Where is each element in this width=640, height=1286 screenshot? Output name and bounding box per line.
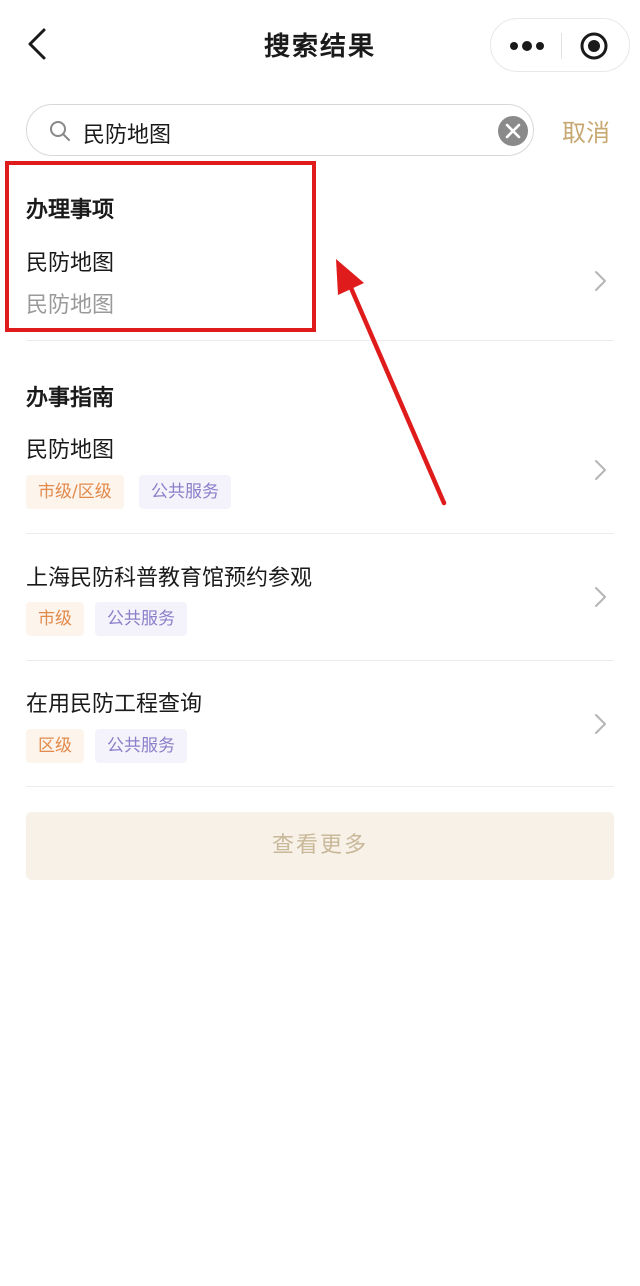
chevron-right-icon [595, 460, 606, 480]
view-more-button[interactable]: 查看更多 [26, 812, 614, 880]
target-icon[interactable] [579, 31, 609, 61]
divider [26, 533, 614, 534]
section-title-guides: 办事指南 [26, 386, 115, 411]
search-icon [50, 121, 70, 141]
clear-search-button[interactable] [497, 115, 529, 147]
annotation-highlight-box [5, 161, 316, 332]
chevron-right-icon [595, 714, 606, 734]
divider [26, 660, 614, 661]
chevron-right-icon [595, 587, 606, 607]
cancel-button[interactable]: 取消 [562, 113, 610, 148]
annotation-arrow-icon [336, 259, 447, 506]
nav-bar: 搜索结果 [0, 0, 640, 90]
level-tag: 市级/区级 [26, 475, 124, 509]
divider [26, 786, 614, 787]
search-input[interactable]: 民防地图 [26, 104, 534, 156]
search-results-page: 搜索结果 民防地图 取消 办理事项 民防地图 民防地图 办事指南 民防地图 市级… [0, 0, 640, 1286]
category-tag: 公共服务 [139, 475, 231, 509]
item-title: 民防地图 [26, 438, 115, 463]
level-tag: 区级 [26, 729, 84, 763]
level-tag: 市级 [26, 602, 84, 636]
category-tag: 公共服务 [95, 729, 187, 763]
chevron-right-icon [595, 271, 606, 291]
item-title: 上海民防科普教育馆预约参观 [26, 566, 313, 591]
mini-program-capsule [490, 18, 630, 72]
search-query-text: 民防地图 [83, 123, 172, 148]
more-dots-icon[interactable] [509, 36, 545, 56]
category-tag: 公共服务 [95, 602, 187, 636]
capsule-divider [561, 33, 562, 59]
item-title: 在用民防工程查询 [26, 692, 203, 717]
close-icon [498, 116, 528, 146]
